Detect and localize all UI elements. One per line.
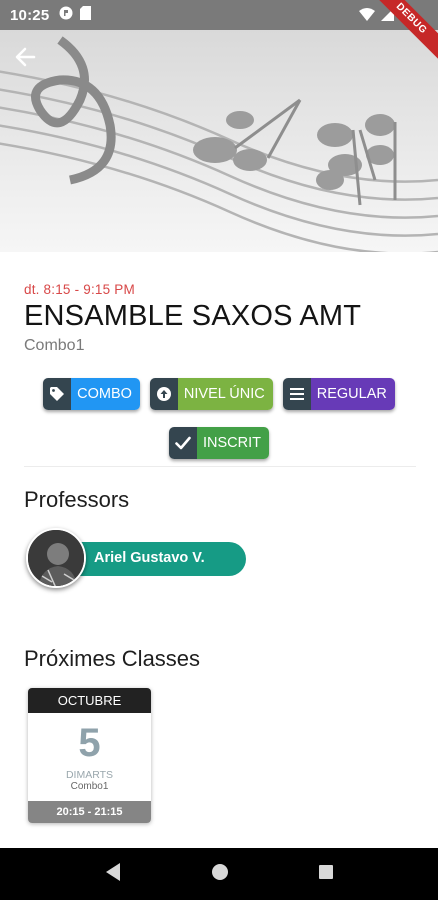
upcoming-class-card[interactable]: OCTUBRE 5 DIMARTS Combo1 20:15 - 21:15 xyxy=(28,688,151,823)
tag-label: REGULAR xyxy=(310,378,395,410)
sim-card-icon xyxy=(80,5,92,25)
arrow-up-circle-icon xyxy=(149,378,178,410)
professor-name: Ariel Gustavo V. xyxy=(94,550,205,566)
card-weekday: DIMARTS xyxy=(65,769,114,781)
system-nav-bar xyxy=(0,848,438,900)
tag-regular[interactable]: REGULAR xyxy=(282,378,395,410)
menu-lines-icon xyxy=(282,378,311,410)
class-title: ENSAMBLE SAXOS AMT xyxy=(24,300,362,332)
back-button[interactable] xyxy=(14,46,50,82)
tags-row: COMBO NIVEL ÚNIC REGULAR xyxy=(0,378,438,410)
class-info: dt. 8:15 - 9:15 PM ENSAMBLE SAXOS AMT Co… xyxy=(24,282,416,355)
tag-icon xyxy=(43,378,72,410)
status-bar: 10:25 DEBUG xyxy=(0,0,438,65)
tag-label: COMBO xyxy=(71,378,140,410)
tags-row: INSCRIT xyxy=(0,427,438,459)
check-icon xyxy=(169,427,197,459)
music-staff-notes-illustration xyxy=(0,36,438,252)
status-time: 10:25 xyxy=(10,6,50,24)
upcoming-classes-title: Próximes Classes xyxy=(24,646,201,671)
tag-label: NIVEL ÚNIC xyxy=(177,378,273,410)
wifi-icon xyxy=(359,7,375,26)
card-hours: 20:15 - 21:15 xyxy=(28,801,151,823)
tag-label: INSCRIT xyxy=(197,427,269,459)
nav-recents-icon[interactable] xyxy=(318,864,334,885)
tag-level[interactable]: NIVEL ÚNIC xyxy=(149,378,273,410)
tag-enrolled[interactable]: INSCRIT xyxy=(169,427,269,459)
class-time: dt. 8:15 - 9:15 PM xyxy=(24,282,135,297)
nav-home-icon[interactable] xyxy=(211,863,229,886)
divider xyxy=(24,466,416,467)
app-circle-icon xyxy=(59,6,73,25)
nav-back-icon[interactable] xyxy=(104,862,122,887)
class-subtitle: Combo1 xyxy=(24,337,85,354)
avatar xyxy=(26,528,86,588)
card-month: OCTUBRE xyxy=(28,688,151,713)
tag-combo[interactable]: COMBO xyxy=(43,378,140,410)
card-day: 5 xyxy=(78,721,101,765)
card-group: Combo1 xyxy=(70,781,109,792)
hero-image xyxy=(0,30,438,252)
professors-title: Professors xyxy=(24,487,130,512)
